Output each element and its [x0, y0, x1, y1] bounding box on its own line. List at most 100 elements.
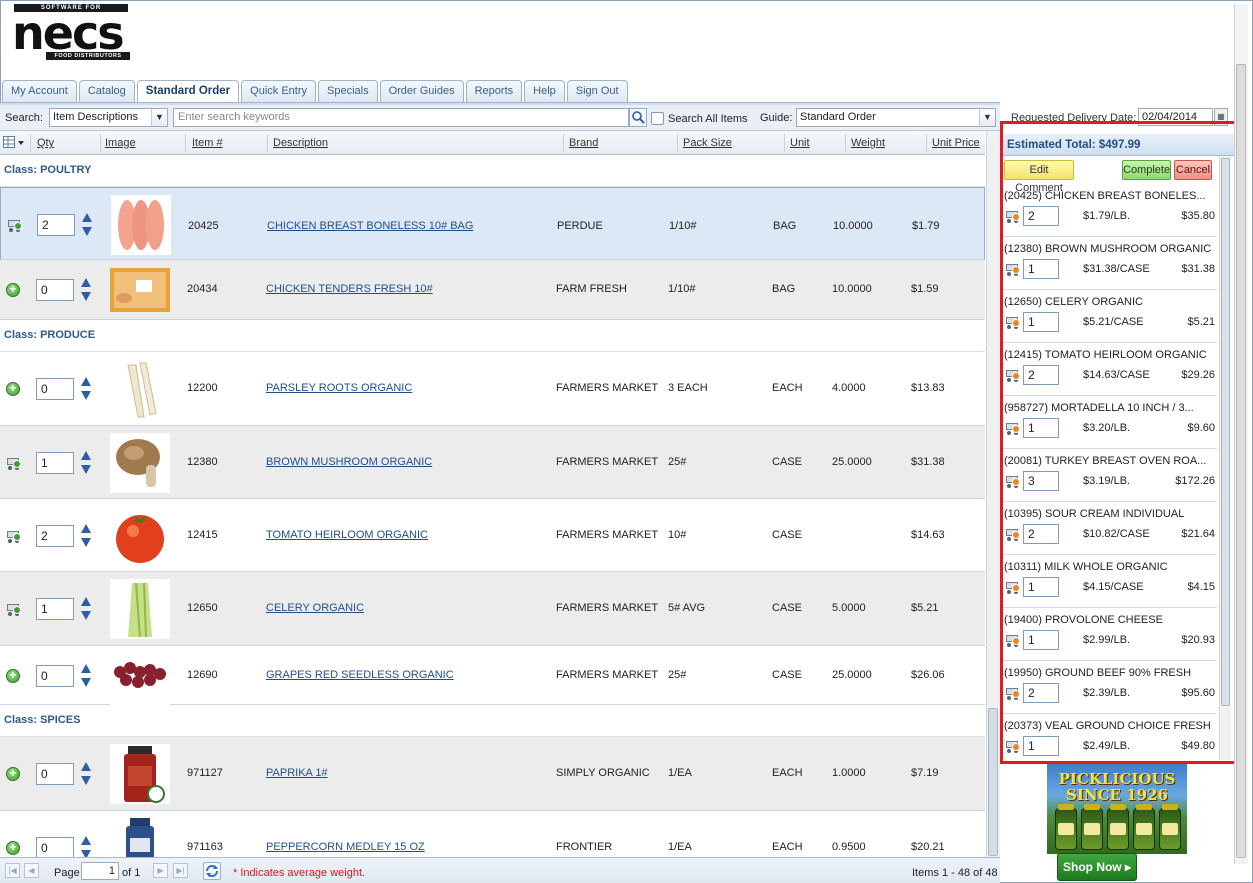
shop-now-button[interactable]: Shop Now ▸ — [1057, 853, 1137, 881]
search-label: Search: — [5, 112, 43, 124]
col-header-unit-price[interactable]: Unit Price — [932, 137, 980, 149]
page-label: Page — [54, 867, 80, 879]
add-to-cart-icon[interactable]: + — [6, 767, 20, 781]
weight: 10.0000 — [833, 219, 873, 232]
advertisement-banner[interactable]: PICKLICIOUS SINCE 1926 — [1047, 764, 1187, 854]
col-header-weight[interactable]: Weight — [851, 137, 885, 149]
item-description-link[interactable]: CHICKEN TENDERS FRESH 10# — [266, 283, 433, 295]
product-image — [110, 818, 170, 857]
next-page-button[interactable]: ▶ — [153, 863, 168, 878]
product-image — [110, 744, 170, 804]
page-input[interactable]: 1 — [81, 862, 119, 880]
add-to-cart-icon[interactable]: + — [6, 668, 20, 683]
product-image — [110, 359, 170, 419]
quantity-stepper[interactable] — [80, 762, 92, 786]
quantity-input[interactable]: 0 — [36, 664, 74, 687]
refresh-button[interactable] — [203, 862, 221, 880]
unit-price: $1.59 — [911, 283, 939, 295]
grid-header: Qty Image Item # Description Brand Pack … — [0, 131, 985, 155]
quantity-input[interactable]: 1 — [36, 451, 74, 474]
quantity-stepper[interactable] — [80, 663, 92, 688]
quantity-input[interactable]: 0 — [36, 378, 74, 400]
pack-size: 1/EA — [668, 767, 692, 779]
average-weight-note: * Indicates average weight. — [233, 867, 366, 879]
table-row: 2 20425 CHICKEN BREAST BONELESS 10# BAG PER… — [0, 187, 985, 260]
item-description-link[interactable]: PARSLEY ROOTS ORGANIC — [266, 382, 412, 394]
unit-price: $31.38 — [911, 455, 945, 468]
weight: 25.0000 — [832, 668, 872, 681]
unit: CASE — [772, 528, 802, 541]
cart-icon[interactable] — [6, 218, 22, 232]
quantity-input[interactable]: 2 — [37, 213, 75, 236]
col-header-qty[interactable]: Qty — [37, 137, 54, 149]
quantity-stepper[interactable] — [80, 597, 92, 621]
col-header-brand[interactable]: Brand — [569, 137, 598, 149]
cart-icon[interactable] — [5, 529, 21, 543]
search-input[interactable]: Enter search keywords — [173, 108, 629, 127]
tab-sign-out[interactable]: Sign Out — [566, 80, 628, 102]
quantity-stepper[interactable] — [80, 450, 92, 475]
brand: FARMERS MARKET — [556, 382, 659, 394]
quantity-stepper[interactable] — [80, 278, 92, 302]
item-description-link[interactable]: PAPRIKA 1# — [266, 767, 328, 779]
col-header-pack-size[interactable]: Pack Size — [683, 137, 732, 149]
col-header-image[interactable]: Image — [105, 137, 136, 149]
item-description-link[interactable]: CHICKEN BREAST BONELESS 10# BAG — [267, 218, 473, 235]
weight: 1.0000 — [832, 767, 866, 779]
cart-icon[interactable] — [5, 602, 21, 616]
col-header-unit[interactable]: Unit — [790, 137, 810, 149]
unit-price: $14.63 — [911, 528, 945, 541]
add-to-cart-icon[interactable]: + — [6, 283, 20, 297]
tab-my-account[interactable]: My Account — [2, 80, 77, 102]
product-image — [110, 505, 170, 566]
quantity-stepper[interactable] — [80, 523, 92, 548]
item-description-link[interactable]: BROWN MUSHROOM ORGANIC — [266, 456, 432, 468]
quantity-stepper[interactable] — [80, 836, 92, 857]
unit: CASE — [772, 668, 802, 681]
search-all-checkbox[interactable] — [651, 112, 664, 125]
tab-order-guides[interactable]: Order Guides — [379, 80, 464, 102]
col-header-description[interactable]: Description — [273, 137, 328, 149]
guide-select[interactable]: Standard Order ▼ — [796, 108, 996, 127]
quantity-stepper[interactable] — [80, 377, 92, 401]
item-number: 12415 — [187, 528, 218, 541]
quantity-stepper[interactable] — [81, 212, 93, 237]
col-header-item[interactable]: Item # — [192, 137, 223, 149]
quantity-input[interactable]: 0 — [36, 837, 74, 857]
unit-price: $20.21 — [911, 841, 945, 853]
item-description-link[interactable]: GRAPES RED SEEDLESS ORGANIC — [266, 669, 454, 681]
column-separator — [100, 134, 101, 152]
table-row: +0 12200 PARSLEY ROOTS ORGANIC FARMERS MARK… — [0, 352, 985, 426]
column-menu-button[interactable] — [3, 136, 27, 150]
page-scrollbar-thumb[interactable] — [1236, 64, 1246, 858]
prev-page-button[interactable]: ◀ — [24, 863, 39, 878]
item-description-link[interactable]: PEPPERCORN MEDLEY 15 OZ — [266, 841, 425, 853]
item-description-link[interactable]: CELERY ORGANIC — [266, 602, 364, 614]
tab-catalog[interactable]: Catalog — [78, 80, 135, 102]
tab-help[interactable]: Help — [524, 80, 565, 102]
tab-quick-entry[interactable]: Quick Entry — [241, 80, 316, 102]
search-field-select[interactable]: Item Descriptions ▼ — [49, 108, 168, 127]
quantity-input[interactable]: 1 — [36, 598, 74, 620]
brand: FARMERS MARKET — [556, 528, 659, 541]
tab-reports[interactable]: Reports — [465, 80, 523, 102]
quantity-input[interactable]: 0 — [36, 763, 74, 785]
quantity-input[interactable]: 2 — [36, 524, 74, 547]
add-to-cart-icon[interactable]: + — [6, 382, 20, 396]
item-description-link[interactable]: TOMATO HEIRLOOM ORGANIC — [266, 529, 428, 541]
add-to-cart-icon[interactable]: + — [6, 841, 20, 855]
tab-standard-order[interactable]: Standard Order — [136, 80, 240, 103]
search-button[interactable] — [629, 108, 647, 127]
last-page-button[interactable]: ▶| — [173, 863, 188, 878]
product-image — [110, 645, 170, 706]
pickle-jar-image — [1133, 804, 1155, 850]
grid-options-icon — [3, 136, 24, 148]
first-page-button[interactable]: |◀ — [5, 863, 20, 878]
cart-icon[interactable] — [5, 456, 21, 470]
tab-specials[interactable]: Specials — [318, 80, 378, 102]
grid-scrollbar-thumb[interactable] — [988, 708, 998, 856]
weight: 4.0000 — [832, 382, 866, 394]
item-number: 12690 — [187, 668, 218, 681]
quantity-input[interactable]: 0 — [36, 279, 74, 301]
search-all-label: Search All Items — [668, 113, 748, 125]
